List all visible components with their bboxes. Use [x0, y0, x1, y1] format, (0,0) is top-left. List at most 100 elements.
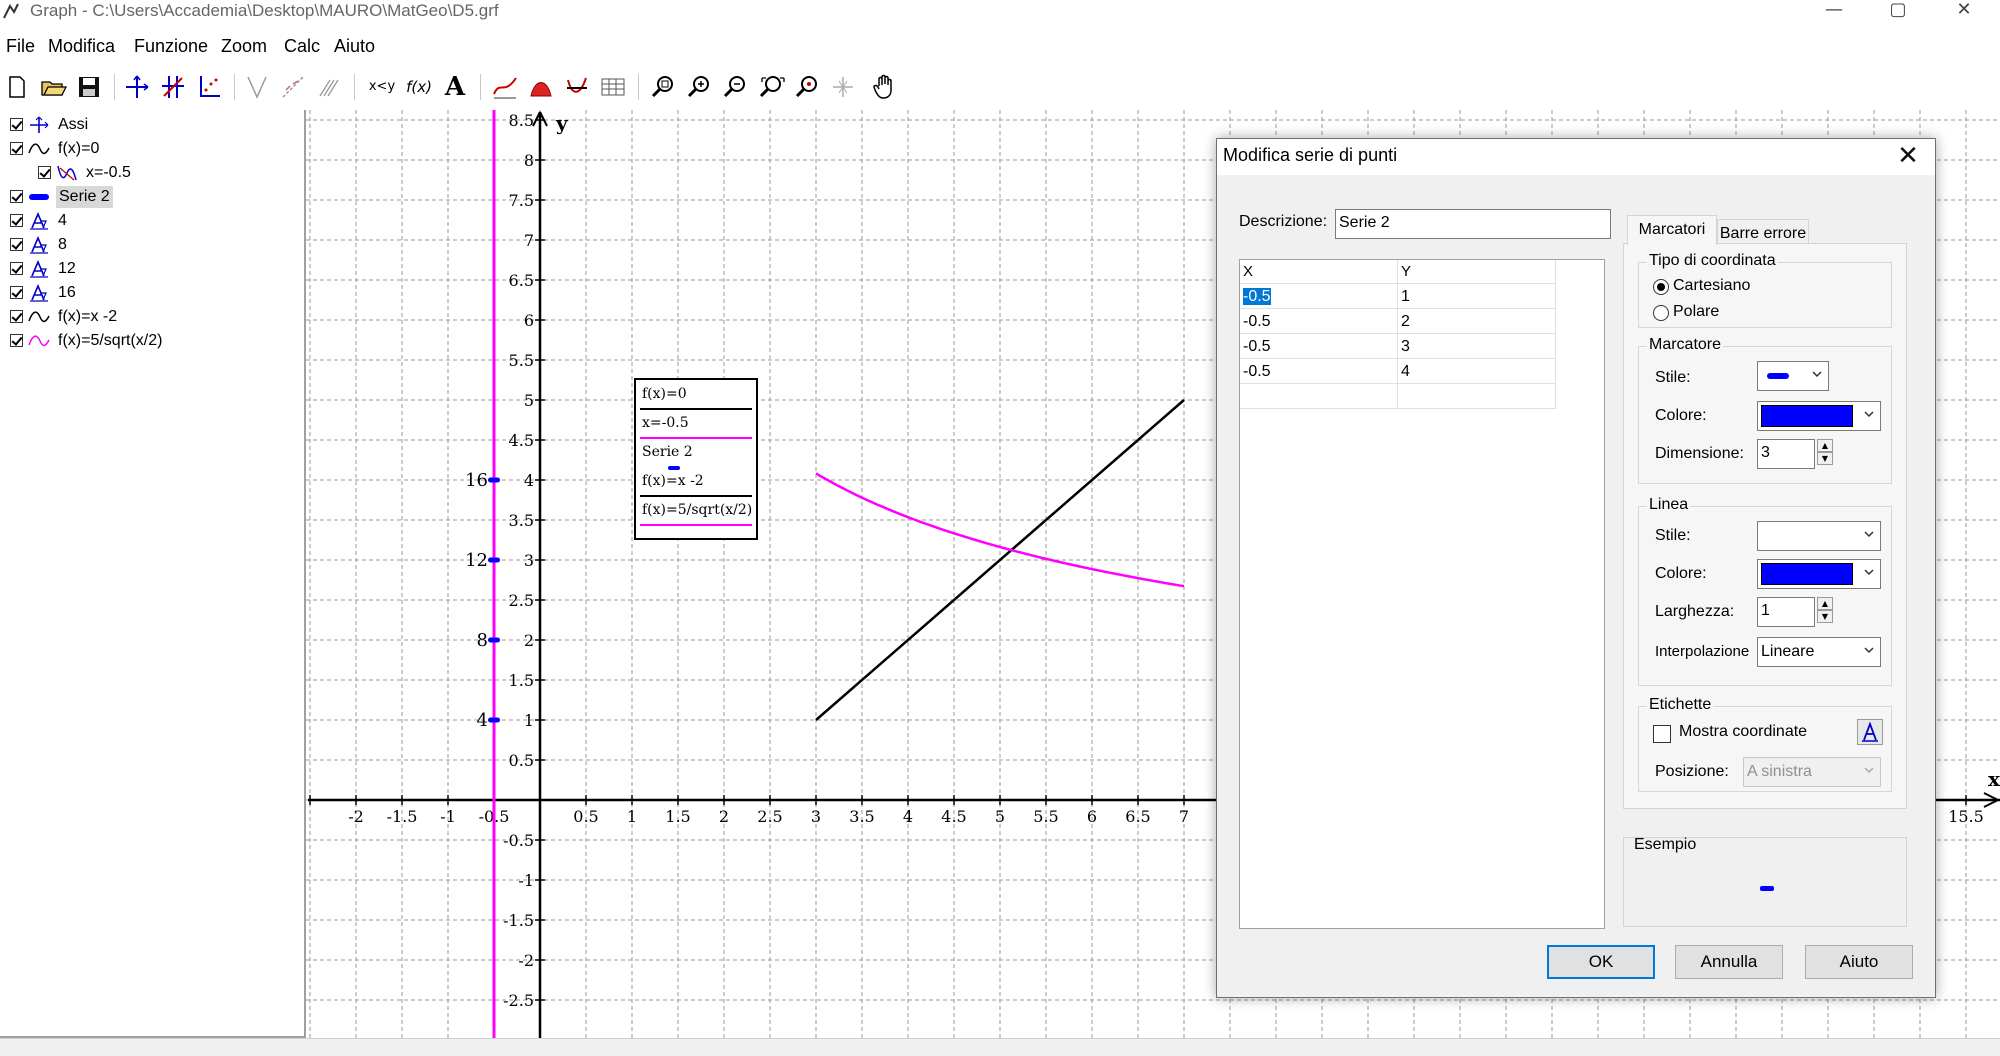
- tree-item[interactable]: Serie 2: [0, 186, 300, 208]
- table-cell-y[interactable]: 4: [1398, 359, 1556, 384]
- f-of-x-icon[interactable]: f(x): [404, 72, 434, 102]
- zoom-standard-icon[interactable]: [792, 72, 822, 102]
- table-cell-x[interactable]: -0.5: [1240, 309, 1398, 334]
- tree-item[interactable]: x=-0.5: [0, 162, 300, 184]
- table-cell-x[interactable]: [1240, 384, 1398, 409]
- show-coordinates-checkbox[interactable]: [1653, 725, 1671, 743]
- tree-item[interactable]: f(x)=x -2: [0, 306, 300, 328]
- table-cell-y[interactable]: 1: [1398, 284, 1556, 309]
- marker-size-spinner[interactable]: ▲ ▼: [1817, 439, 1833, 465]
- tab-marcatori[interactable]: Marcatori: [1627, 215, 1717, 245]
- tree-item-checkbox[interactable]: [10, 262, 23, 275]
- xy-icon[interactable]: x<y: [364, 72, 400, 102]
- table-cell-x[interactable]: -0.5: [1240, 359, 1398, 384]
- tree-item[interactable]: 16: [0, 282, 300, 304]
- insert-axes-icon[interactable]: [194, 72, 224, 102]
- table-cell-y[interactable]: [1398, 384, 1556, 409]
- zoom-window-icon[interactable]: [648, 72, 678, 102]
- marker-color-select[interactable]: [1757, 401, 1881, 431]
- polar-radio[interactable]: [1653, 305, 1669, 321]
- tree-item-label[interactable]: Serie 2: [56, 186, 113, 208]
- menu-aiuto[interactable]: Aiuto: [334, 34, 375, 58]
- minimize-button[interactable]: —: [1808, 0, 1860, 22]
- tree-item-checkbox[interactable]: [38, 166, 51, 179]
- marker-style-select[interactable]: [1757, 361, 1829, 391]
- tree-item-checkbox[interactable]: [10, 310, 23, 323]
- tree-item-label[interactable]: f(x)=0: [58, 138, 99, 160]
- shading-hatch-icon[interactable]: [314, 72, 344, 102]
- menu-zoom[interactable]: Zoom: [221, 34, 267, 58]
- tree-item[interactable]: f(x)=0: [0, 138, 300, 160]
- show-coordinates-label[interactable]: Mostra coordinate: [1679, 723, 1807, 741]
- shading-icon[interactable]: [526, 72, 556, 102]
- tree-item-label[interactable]: f(x)=x -2: [58, 306, 117, 328]
- menu-calc[interactable]: Calc: [284, 34, 320, 58]
- tree-item-checkbox[interactable]: [10, 334, 23, 347]
- tree-item-checkbox[interactable]: [10, 238, 23, 251]
- label-font-icon[interactable]: [1857, 719, 1883, 745]
- tree-item-checkbox[interactable]: [10, 214, 23, 227]
- tree-item-label[interactable]: 12: [58, 258, 76, 280]
- menu-funzione[interactable]: Funzione: [134, 34, 208, 58]
- column-header-y[interactable]: Y: [1398, 260, 1556, 284]
- menu-modifica[interactable]: Modifica: [48, 34, 115, 58]
- tree-item-label[interactable]: x=-0.5: [86, 162, 131, 184]
- cartesian-label[interactable]: Cartesiano: [1673, 277, 1750, 295]
- tree-item-checkbox[interactable]: [10, 190, 23, 203]
- point-series-icon[interactable]: [562, 72, 592, 102]
- cartesian-radio[interactable]: [1653, 279, 1669, 295]
- save-icon[interactable]: [74, 72, 104, 102]
- close-window-button[interactable]: ✕: [1938, 0, 1990, 22]
- tree-item[interactable]: Assi: [0, 114, 300, 136]
- plot-legend[interactable]: f(x)=0 x=-0.5 Serie 2 f(x)=x -2 f(x)=5/sqrt(…: [634, 378, 758, 540]
- dialog-close-button[interactable]: ✕: [1893, 141, 1923, 171]
- trendline-icon[interactable]: [278, 72, 308, 102]
- maximize-button[interactable]: ▢: [1872, 0, 1924, 22]
- table-cell-y[interactable]: 3: [1398, 334, 1556, 359]
- zoom-out-icon[interactable]: [720, 72, 750, 102]
- open-folder-icon[interactable]: [38, 72, 68, 102]
- table-icon[interactable]: [598, 72, 628, 102]
- position-select[interactable]: A sinistra: [1743, 757, 1881, 787]
- table-cell-x[interactable]: -0.5: [1240, 334, 1398, 359]
- tree-item[interactable]: 8: [0, 234, 300, 256]
- tree-item-label[interactable]: 8: [58, 234, 67, 256]
- selected-cell-text[interactable]: -0.5: [1243, 288, 1271, 305]
- insert-grid-icon[interactable]: [158, 72, 188, 102]
- ok-button[interactable]: OK: [1547, 945, 1655, 979]
- table-cell-y[interactable]: 2: [1398, 309, 1556, 334]
- pan-hand-icon[interactable]: [870, 72, 900, 102]
- description-input[interactable]: Serie 2: [1335, 209, 1611, 239]
- tree-item-label[interactable]: Assi: [58, 114, 88, 136]
- insert-function-icon[interactable]: [490, 72, 520, 102]
- tree-item-checkbox[interactable]: [10, 142, 23, 155]
- menu-file[interactable]: File: [6, 34, 35, 58]
- interpolation-select[interactable]: Lineare: [1757, 637, 1881, 667]
- axes-icon[interactable]: [122, 72, 152, 102]
- zoom-fit-icon[interactable]: [756, 72, 786, 102]
- polar-label[interactable]: Polare: [1673, 303, 1719, 321]
- line-width-input[interactable]: 1: [1757, 597, 1815, 627]
- line-width-spinner[interactable]: ▲ ▼: [1817, 597, 1833, 623]
- tree-item-label[interactable]: 4: [58, 210, 67, 232]
- table-cell-x[interactable]: -0.5: [1240, 284, 1398, 309]
- tree-item[interactable]: f(x)=5/sqrt(x/2): [0, 330, 300, 352]
- help-button[interactable]: Aiuto: [1805, 945, 1913, 979]
- new-file-icon[interactable]: [2, 72, 32, 102]
- points-table[interactable]: X Y -0.5 1 -0.5 2 -0.5 3 -0.5 4: [1239, 259, 1605, 929]
- line-color-select[interactable]: [1757, 559, 1881, 589]
- move-axes-icon[interactable]: [828, 72, 858, 102]
- zoom-in-icon[interactable]: [684, 72, 714, 102]
- marker-size-input[interactable]: 3: [1757, 439, 1815, 469]
- tree-item-checkbox[interactable]: [10, 118, 23, 131]
- tree-item[interactable]: 4: [0, 210, 300, 232]
- tree-item-checkbox[interactable]: [10, 286, 23, 299]
- tree-item-label[interactable]: 16: [58, 282, 76, 304]
- tree-item-label[interactable]: f(x)=5/sqrt(x/2): [58, 330, 162, 352]
- column-header-x[interactable]: X: [1240, 260, 1398, 284]
- text-label-icon[interactable]: A: [440, 72, 470, 102]
- line-style-select[interactable]: [1757, 521, 1881, 551]
- tangent-icon[interactable]: [242, 72, 272, 102]
- tree-item[interactable]: 12: [0, 258, 300, 280]
- cancel-button[interactable]: Annulla: [1675, 945, 1783, 979]
